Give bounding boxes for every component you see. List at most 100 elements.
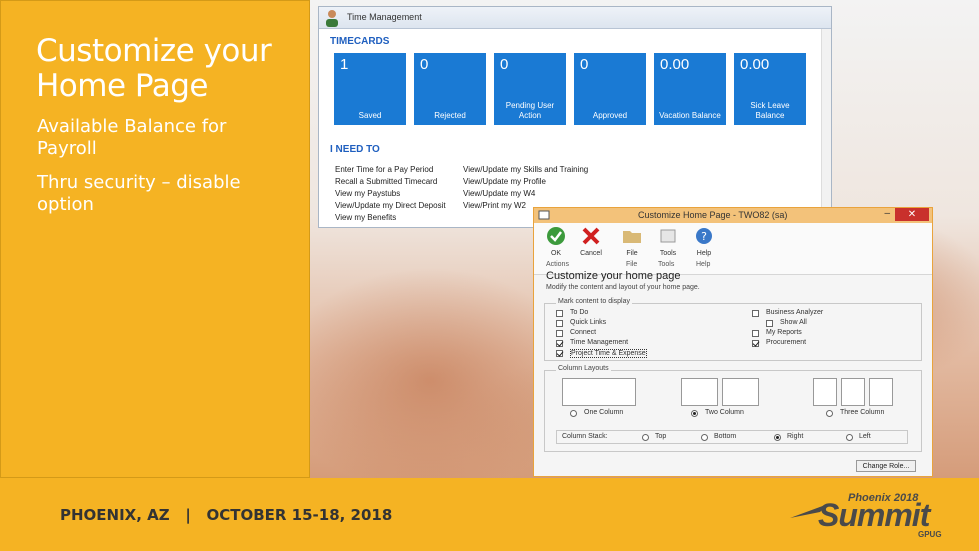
- checkbox-to-do[interactable]: [556, 310, 563, 317]
- tile-rejected[interactable]: 0 Rejected: [414, 53, 486, 125]
- cancel-button[interactable]: Cancel: [575, 226, 607, 257]
- ineed-heading: I NEED TO: [330, 144, 380, 155]
- link-paystubs[interactable]: View my Paystubs: [335, 189, 400, 198]
- checkbox-label: Show All: [780, 319, 807, 326]
- file-label: File: [626, 250, 638, 257]
- tools-label: Tools: [659, 250, 677, 257]
- radio-three-column[interactable]: [826, 410, 833, 417]
- checkbox-label: My Reports: [766, 329, 802, 336]
- bullet-security: Thru security – disable option: [37, 172, 241, 215]
- cz-titlebar: Customize Home Page - TWO82 (sa) – ✕: [534, 208, 932, 223]
- checkbox-show-all[interactable]: [766, 320, 773, 327]
- link-w2[interactable]: View/Print my W2: [463, 201, 526, 210]
- event-location-date: PHOENIX, AZ | OCTOBER 15-18, 2018: [60, 506, 393, 524]
- checkbox-label: Time Management: [570, 339, 629, 346]
- bullet-balance: Available Balance for Payroll: [37, 116, 227, 159]
- customize-heading: Customize your home page: [546, 270, 681, 282]
- checkbox-procurement[interactable]: [752, 340, 759, 347]
- tools-button[interactable]: Tools: [652, 226, 684, 257]
- radio-stack-left[interactable]: [846, 434, 853, 441]
- customize-home-page-dialog: Customize Home Page - TWO82 (sa) – ✕ OK …: [533, 207, 933, 477]
- summit-logo: Phoenix 2018 Summit GPUG: [790, 492, 960, 539]
- radio-label: Left: [859, 433, 871, 440]
- checkbox-connect[interactable]: [556, 330, 563, 337]
- radio-one-column[interactable]: [570, 410, 577, 417]
- tile-approved[interactable]: 0 Approved: [574, 53, 646, 125]
- checkbox-quick-links[interactable]: [556, 320, 563, 327]
- logo-line3: GPUG: [918, 530, 942, 539]
- link-enter-time[interactable]: Enter Time for a Pay Period: [335, 165, 433, 174]
- radio-label: Two Column: [705, 409, 744, 416]
- radio-label: Three Column: [840, 409, 885, 416]
- link-w4[interactable]: View/Update my W4: [463, 189, 535, 198]
- ok-label: OK: [550, 250, 562, 257]
- checkbox-label: To Do: [570, 309, 589, 316]
- tile-value: 0: [420, 56, 429, 73]
- layout-preview-three-a[interactable]: [813, 378, 837, 406]
- checkbox-business-analyzer[interactable]: [752, 310, 759, 317]
- tile-value: 0: [500, 56, 509, 73]
- tile-value: 0.00: [660, 56, 690, 73]
- checkbox-time-management[interactable]: [556, 340, 563, 347]
- ribbon-group-actions: Actions: [546, 261, 569, 268]
- checkbox-label: Project Time & Expense: [570, 349, 647, 358]
- link-recall-timecard[interactable]: Recall a Submitted Timecard: [335, 177, 437, 186]
- link-skills[interactable]: View/Update my Skills and Training: [463, 165, 588, 174]
- tile-sick-leave[interactable]: 0.00 Sick Leave Balance: [734, 53, 806, 125]
- layout-preview-one[interactable]: [562, 378, 636, 406]
- folder-icon: [623, 231, 641, 243]
- close-icon[interactable]: ✕: [895, 208, 929, 221]
- radio-stack-bottom[interactable]: [701, 434, 708, 441]
- radio-stack-right[interactable]: [774, 434, 781, 441]
- layout-preview-two-a[interactable]: [681, 378, 718, 406]
- checkbox-label: Quick Links: [570, 319, 607, 326]
- checkbox-my-reports[interactable]: [752, 330, 759, 337]
- ok-button[interactable]: OK: [540, 226, 572, 257]
- layout-preview-three-b[interactable]: [841, 378, 865, 406]
- tile-value: 1: [340, 56, 349, 73]
- tile-vacation[interactable]: 0.00 Vacation Balance: [654, 53, 726, 125]
- cancel-label: Cancel: [580, 250, 602, 257]
- tm-window-title: Time Management: [347, 12, 422, 22]
- checkbox-project-time[interactable]: [556, 350, 563, 357]
- time-management-window: Time Management TIMECARDS 1 Saved 0 Reje…: [318, 6, 832, 228]
- tile-value: 0: [580, 56, 589, 73]
- slide-title: Customize your Home Page: [36, 33, 272, 104]
- tile-label: Vacation Balance: [659, 111, 721, 120]
- ribbon-group-file: File: [626, 261, 638, 268]
- help-icon: ?: [696, 228, 712, 244]
- tm-scrollbar[interactable]: [821, 29, 831, 227]
- link-benefits[interactable]: View my Benefits: [335, 213, 396, 222]
- checkbox-label: Connect: [570, 329, 597, 336]
- file-button[interactable]: File: [616, 226, 648, 257]
- checkmark-icon: [547, 227, 565, 245]
- tile-value: 0.00: [740, 56, 770, 73]
- svg-text:?: ?: [701, 230, 707, 243]
- checkbox-label: Business Analyzer: [766, 309, 824, 316]
- layouts-frame-label: Column Layouts: [556, 365, 611, 372]
- radio-label: Right: [787, 433, 804, 440]
- change-role-button[interactable]: Change Role...: [856, 460, 916, 472]
- column-stack-label: Column Stack:: [562, 433, 608, 440]
- cz-window-title: Customize Home Page - TWO82 (sa): [638, 210, 788, 220]
- link-direct-deposit[interactable]: View/Update my Direct Deposit: [335, 201, 446, 210]
- radio-label: Top: [655, 433, 667, 440]
- tile-saved[interactable]: 1 Saved: [334, 53, 406, 125]
- ribbon-group-tools: Tools: [658, 261, 675, 268]
- link-profile[interactable]: View/Update my Profile: [463, 177, 546, 186]
- tile-pending[interactable]: 0 Pending User Action: [494, 53, 566, 125]
- radio-stack-top[interactable]: [642, 434, 649, 441]
- user-avatar-icon: [326, 10, 338, 27]
- layout-preview-two-b[interactable]: [722, 378, 759, 406]
- ribbon-group-help: Help: [696, 261, 711, 268]
- layout-preview-three-c[interactable]: [869, 378, 893, 406]
- content-frame-label: Mark content to display: [556, 298, 632, 305]
- help-label: Help: [696, 250, 712, 257]
- tile-label: Saved: [358, 111, 382, 120]
- help-button[interactable]: ? Help: [688, 226, 720, 257]
- radio-two-column[interactable]: [691, 410, 698, 417]
- cancel-x-icon: [582, 227, 600, 245]
- minimize-icon[interactable]: –: [884, 208, 890, 219]
- timecards-heading: TIMECARDS: [330, 36, 390, 47]
- checkbox-label: Procurement: [766, 339, 807, 346]
